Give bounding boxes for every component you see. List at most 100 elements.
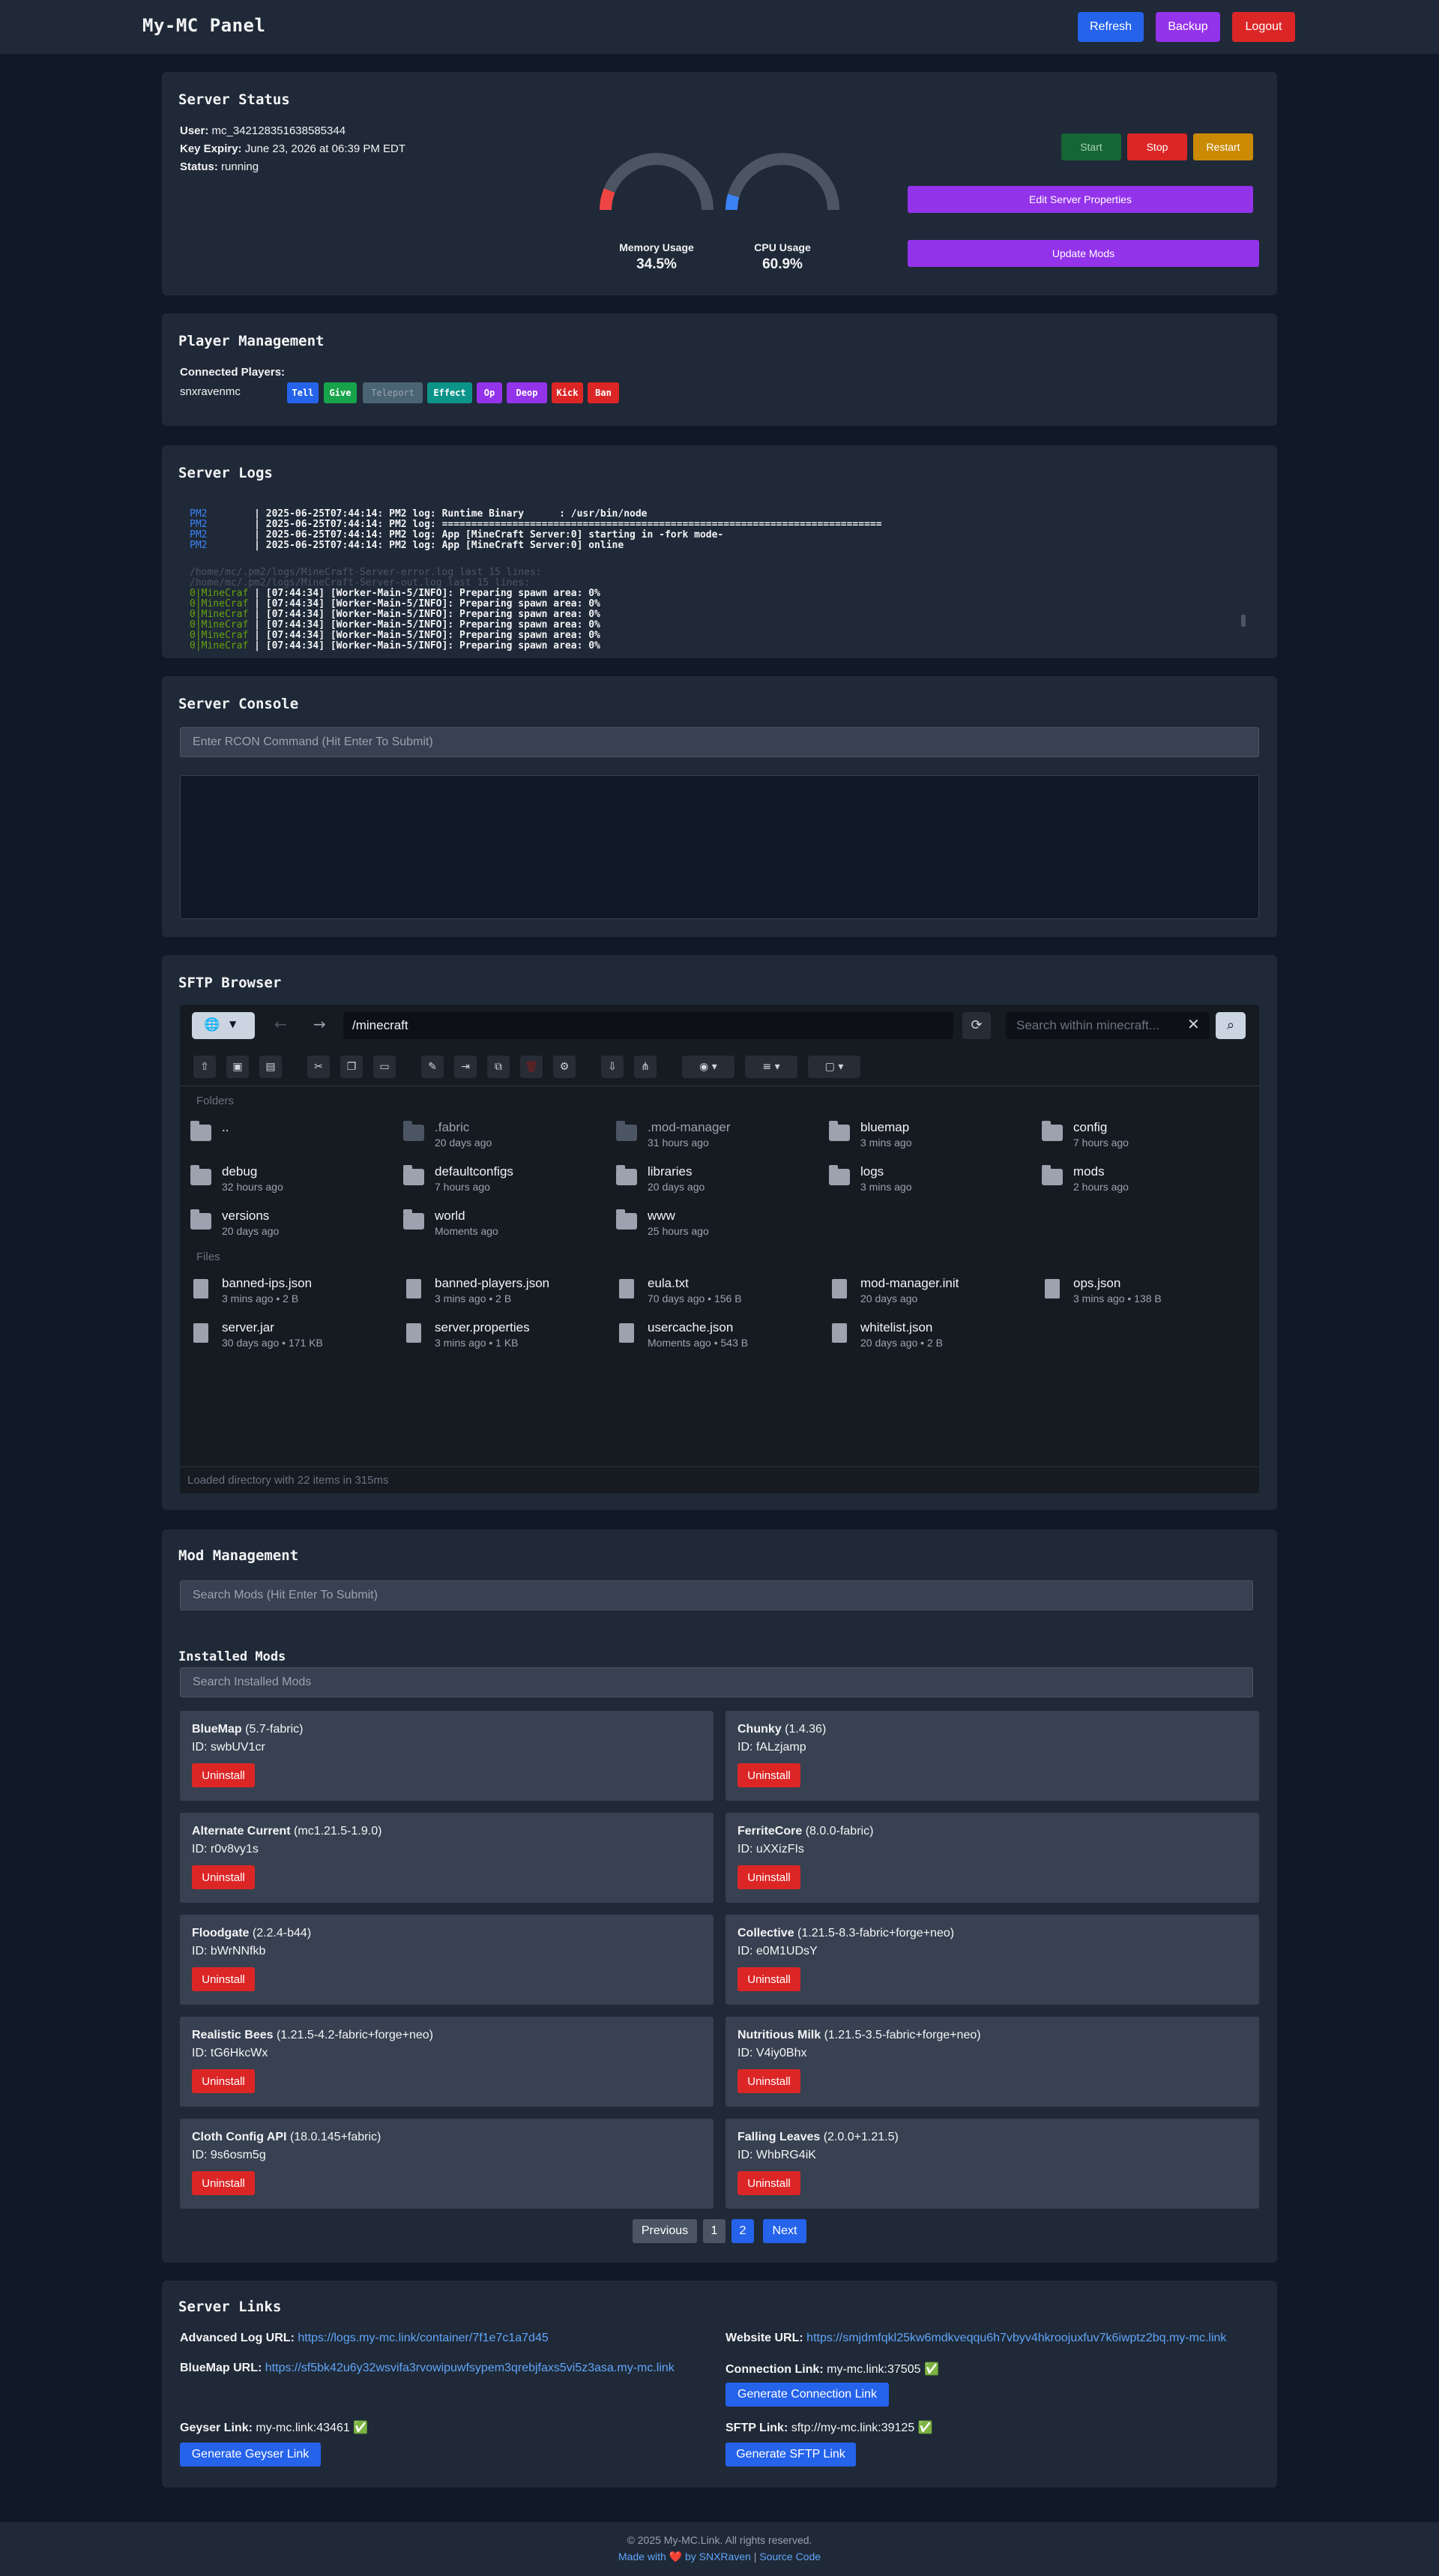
folder-item[interactable]: .. <box>190 1117 393 1155</box>
file-item[interactable]: banned-ips.json 3 mins ago • 2 B <box>190 1273 393 1310</box>
log-scrollbar[interactable] <box>1241 615 1246 627</box>
sort-icon[interactable]: ≡ ▾ <box>745 1056 797 1078</box>
folder-item[interactable]: mods 2 hours ago <box>1042 1161 1244 1199</box>
log-line: PM2 | 2025-06-25T07:44:14: PM2 log: ====… <box>190 519 882 530</box>
uninstall-button[interactable]: Uninstall <box>192 1763 255 1787</box>
uninstall-button[interactable]: Uninstall <box>192 1865 255 1889</box>
sftp-search-input[interactable]: Search within minecraft... <box>1006 1012 1210 1039</box>
new-folder-icon[interactable]: ▣ <box>226 1056 249 1078</box>
update-mods-button[interactable]: Update Mods <box>908 240 1259 267</box>
delete-icon[interactable]: 🗑 <box>520 1056 543 1078</box>
folder-name: versions <box>222 1209 270 1223</box>
folder-item[interactable]: .fabric 20 days ago <box>403 1117 606 1155</box>
give-button[interactable]: Give <box>324 382 357 403</box>
upload-icon[interactable]: ⇧ <box>193 1056 216 1078</box>
file-item[interactable]: ops.json 3 mins ago • 138 B <box>1042 1273 1244 1310</box>
folder-icon <box>190 1209 211 1230</box>
reload-icon[interactable]: ⟳ <box>962 1012 991 1039</box>
backup-button[interactable]: Backup <box>1156 12 1220 42</box>
uninstall-button[interactable]: Uninstall <box>737 2171 800 2195</box>
share-icon[interactable]: ⋔ <box>634 1056 657 1078</box>
author-link[interactable]: by SNXRaven <box>685 2551 751 2563</box>
folder-item[interactable]: www 25 hours ago <box>616 1206 818 1243</box>
folder-item[interactable]: bluemap 3 mins ago <box>829 1117 1031 1155</box>
uninstall-button[interactable]: Uninstall <box>737 1763 800 1787</box>
status-label: Status: <box>180 160 218 173</box>
rcon-command-input[interactable]: Enter RCON Command (Hit Enter To Submit) <box>180 727 1259 757</box>
ban-button[interactable]: Ban <box>588 382 619 403</box>
new-file-icon[interactable]: ▤ <box>259 1056 282 1078</box>
mod-id-label: ID: <box>737 1945 753 1957</box>
folder-item[interactable]: .mod-manager 31 hours ago <box>616 1117 818 1155</box>
folder-item[interactable]: world Moments ago <box>403 1206 606 1243</box>
page-1-button[interactable]: 1 <box>703 2219 725 2243</box>
uninstall-button[interactable]: Uninstall <box>192 1967 255 1991</box>
file-item[interactable]: server.jar 30 days ago • 171 KB <box>190 1317 393 1355</box>
next-page-button[interactable]: Next <box>763 2219 806 2243</box>
folder-item[interactable]: defaultconfigs 7 hours ago <box>403 1161 606 1199</box>
paste-icon[interactable]: ▭ <box>373 1056 396 1078</box>
generate-sftp-link-button[interactable]: Generate SFTP Link <box>725 2443 856 2467</box>
website-link[interactable]: https://smjdmfqkl25kw6mdkveqqu6h7vbyv4hk… <box>806 2332 1226 2344</box>
clear-search-icon[interactable]: ✕ <box>1187 1015 1200 1033</box>
mod-id-label: ID: <box>192 2047 208 2059</box>
move-icon[interactable]: ⇥ <box>454 1056 477 1078</box>
deop-button[interactable]: Deop <box>507 382 547 403</box>
file-item[interactable]: banned-players.json 3 mins ago • 2 B <box>403 1273 606 1310</box>
connection-switcher[interactable]: 🌐 ▼ <box>192 1012 255 1039</box>
copy-icon[interactable]: ❐ <box>340 1056 363 1078</box>
folder-item[interactable]: config 7 hours ago <box>1042 1117 1244 1155</box>
select-icon[interactable]: ▢ ▾ <box>808 1056 860 1078</box>
installed-mods-title: Installed Mods <box>178 1649 286 1664</box>
rename-icon[interactable]: ✎ <box>421 1056 444 1078</box>
kick-button[interactable]: Kick <box>552 382 583 403</box>
uninstall-button[interactable]: Uninstall <box>737 1967 800 1991</box>
forward-arrow-icon[interactable]: → <box>313 1015 326 1033</box>
restart-button[interactable]: Restart <box>1193 133 1253 160</box>
memory-gauge-fill <box>600 188 615 211</box>
search-installed-mods-input[interactable]: Search Installed Mods <box>180 1667 1253 1697</box>
stop-button[interactable]: Stop <box>1127 133 1187 160</box>
page-2-button[interactable]: 2 <box>731 2219 754 2243</box>
edit-server-properties-button[interactable]: Edit Server Properties <box>908 186 1253 213</box>
back-arrow-icon[interactable]: ← <box>274 1015 287 1033</box>
folder-item[interactable]: debug 32 hours ago <box>190 1161 393 1199</box>
file-item[interactable]: mod-manager.init 20 days ago <box>829 1273 1031 1310</box>
folder-item[interactable]: libraries 20 days ago <box>616 1161 818 1199</box>
uninstall-button[interactable]: Uninstall <box>192 2069 255 2093</box>
permissions-icon[interactable]: ⚙ <box>553 1056 576 1078</box>
search-mods-input[interactable]: Search Mods (Hit Enter To Submit) <box>180 1580 1253 1610</box>
cut-icon[interactable]: ✂ <box>307 1056 330 1078</box>
previous-page-button[interactable]: Previous <box>633 2219 697 2243</box>
file-item[interactable]: usercache.json Moments ago • 543 B <box>616 1317 818 1355</box>
tell-button[interactable]: Tell <box>287 382 319 403</box>
generate-connection-link-button[interactable]: Generate Connection Link <box>725 2383 889 2407</box>
start-button[interactable]: Start <box>1061 133 1121 160</box>
folder-item[interactable]: versions 20 days ago <box>190 1206 393 1243</box>
view-options-icon[interactable]: ◉ ▾ <box>682 1056 734 1078</box>
advanced-log-link[interactable]: https://logs.my-mc.link/container/7f1e7c… <box>298 2332 548 2344</box>
search-icon[interactable]: ⌕ <box>1216 1012 1246 1039</box>
file-item[interactable]: server.properties 3 mins ago • 1 KB <box>403 1317 606 1355</box>
source-code-link[interactable]: Source Code <box>759 2551 821 2563</box>
file-item[interactable]: eula.txt 70 days ago • 156 B <box>616 1273 818 1310</box>
bluemap-link[interactable]: https://sf5bk42u6y32wsvifa3rvowipuwfsype… <box>265 2362 675 2374</box>
uninstall-button[interactable]: Uninstall <box>737 2069 800 2093</box>
uninstall-button[interactable]: Uninstall <box>737 1865 800 1889</box>
folder-meta: 31 hours ago <box>648 1137 709 1149</box>
download-icon[interactable]: ⇩ <box>601 1056 624 1078</box>
effect-button[interactable]: Effect <box>427 382 472 403</box>
path-input[interactable]: /minecraft <box>343 1012 953 1039</box>
file-item[interactable]: whitelist.json 20 days ago • 2 B <box>829 1317 1031 1355</box>
duplicate-icon[interactable]: ⧉ <box>487 1056 510 1078</box>
generate-geyser-link-button[interactable]: Generate Geyser Link <box>180 2443 321 2467</box>
logout-button[interactable]: Logout <box>1232 12 1295 42</box>
mod-id: fALzjamp <box>755 1741 806 1754</box>
uninstall-button[interactable]: Uninstall <box>192 2171 255 2195</box>
folder-item[interactable]: logs 3 mins ago <box>829 1161 1031 1199</box>
op-button[interactable]: Op <box>477 382 502 403</box>
log-line: /home/mc/.pm2/logs/MineCraft-Server-out.… <box>190 577 530 589</box>
file-name: usercache.json <box>648 1320 734 1334</box>
teleport-button[interactable]: Teleport <box>363 382 423 403</box>
refresh-button[interactable]: Refresh <box>1078 12 1144 42</box>
